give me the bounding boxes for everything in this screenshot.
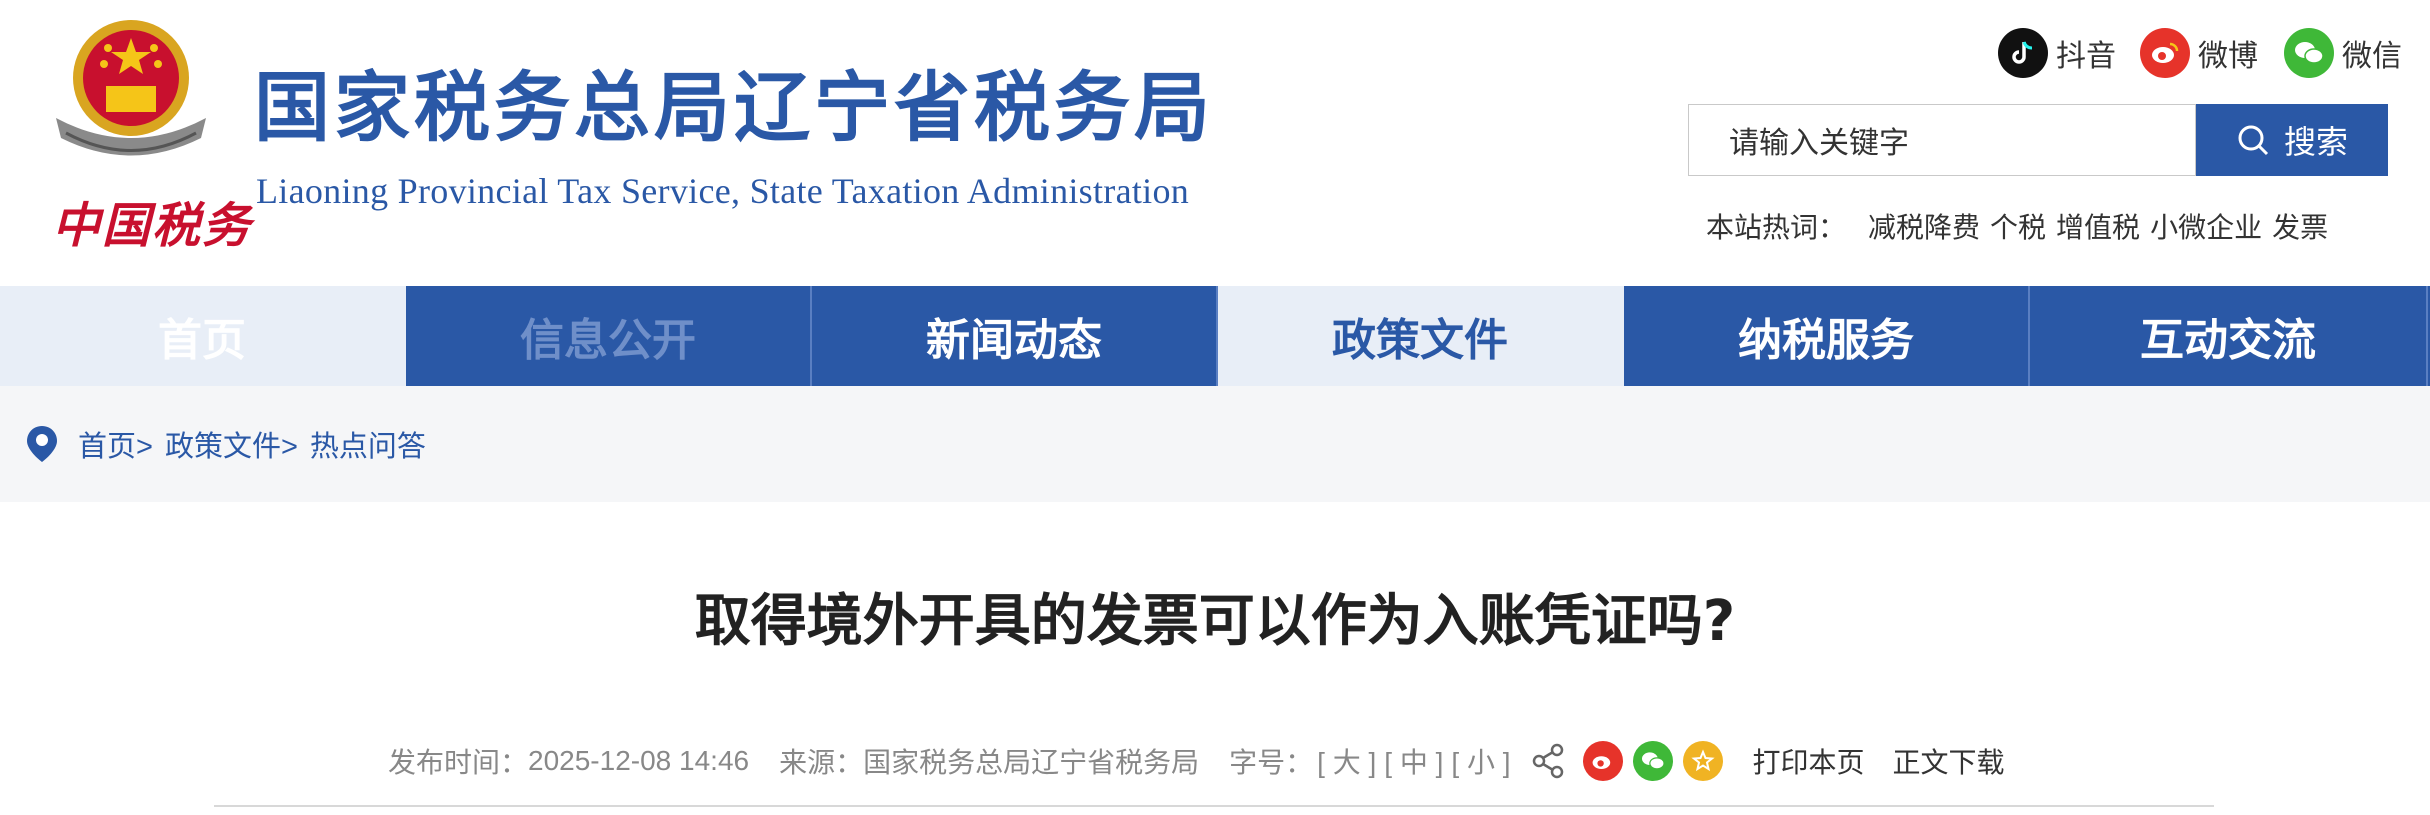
douyin-link[interactable]: 抖音 (1998, 28, 2116, 78)
share-icon[interactable] (1531, 743, 1567, 779)
font-size-small-button[interactable]: [ 小 ] (1451, 741, 1510, 781)
breadcrumb-home[interactable]: 首页> (78, 431, 153, 463)
breadcrumb-hot-qa[interactable]: 热点问答 (310, 431, 426, 463)
location-pin-icon (27, 426, 57, 462)
font-size-medium-button[interactable]: [ 中 ] (1384, 741, 1443, 781)
douyin-icon (1998, 28, 2048, 78)
publish-time: 2025-12-08 14:46 (528, 745, 750, 776)
article-title: 取得境外开具的发票可以作为入账凭证吗? (694, 589, 1736, 654)
share-wechat-icon[interactable] (1632, 741, 1673, 781)
weibo-icon (2140, 28, 2190, 78)
font-size-large-button[interactable]: [ 大 ] (1317, 741, 1376, 781)
nav-item-label: 首页 (158, 315, 246, 366)
weibo-link[interactable]: 微博 (2140, 28, 2258, 78)
nav-item-label: 信息公开 (520, 315, 696, 366)
search-input[interactable]: 请输入关键字 (1688, 104, 2196, 176)
hot-keyword[interactable]: 发票 (2272, 206, 2328, 246)
site-title-cn[interactable]: 国家税务总局辽宁省税务局 (254, 70, 1214, 146)
article-meta: 发布时间： 2025-12-08 14:46 来源： 国家税务总局辽宁省税务局 … (388, 738, 2005, 784)
download-text-link[interactable]: 正文下载 (1893, 741, 2005, 781)
breadcrumb-policy[interactable]: 政策文件> (165, 431, 298, 463)
favorite-star-icon[interactable] (1682, 741, 1723, 781)
publish-time-label: 发布时间： (388, 747, 529, 778)
nav-item-news[interactable]: 新闻动态 (812, 286, 1218, 386)
source: 国家税务总局辽宁省税务局 (863, 747, 1200, 778)
weibo-label: 微博 (2198, 40, 2258, 73)
wechat-link[interactable]: 微信 (2284, 28, 2402, 78)
hot-keyword[interactable]: 个税 (1990, 206, 2046, 246)
nav-item-home[interactable]: 首页 (0, 286, 406, 386)
wechat-label: 微信 (2342, 40, 2402, 73)
site-header: 中国税务 国家税务总局辽宁省税务局 Liaoning Provincial Ta… (0, 0, 2430, 286)
breadcrumb: 首页> 政策文件> 热点问答 (0, 386, 2430, 502)
meta-divider (214, 805, 2214, 807)
source-label: 来源： (779, 747, 864, 778)
nav-item-info-disclosure[interactable]: 信息公开 (406, 286, 812, 386)
search-button-label: 搜索 (2283, 124, 2348, 160)
main-nav: 首页 信息公开 新闻动态 政策文件 纳税服务 互动交流 (0, 286, 2430, 386)
nav-item-interaction[interactable]: 互动交流 (2030, 286, 2428, 386)
nav-item-policy[interactable]: 政策文件 (1218, 286, 1624, 386)
print-page-link[interactable]: 打印本页 (1753, 741, 1865, 781)
nav-item-label: 纳税服务 (1738, 315, 1914, 366)
hot-keyword[interactable]: 减税降费 (1868, 206, 1980, 246)
site-title-en[interactable]: Liaoning Provincial Tax Service, State T… (256, 170, 1189, 212)
hot-keywords-label: 本站热词： (1706, 212, 1847, 243)
nav-item-tax-service[interactable]: 纳税服务 (1624, 286, 2030, 386)
hot-keyword[interactable]: 小微企业 (2150, 206, 2262, 246)
search-icon (2238, 125, 2269, 156)
font-size-label: 字号： (1229, 747, 1314, 778)
share-weibo-icon[interactable] (1582, 741, 1623, 781)
nav-item-label: 新闻动态 (926, 315, 1102, 366)
douyin-label: 抖音 (2056, 40, 2116, 73)
hot-keywords: 本站热词： 减税降费 个税 增值税 小微企业 发票 (1706, 206, 2338, 246)
nav-item-label: 政策文件 (1332, 315, 1508, 366)
wechat-icon (2284, 28, 2334, 78)
search-button[interactable]: 搜索 (2196, 104, 2388, 176)
nav-item-label: 互动交流 (2140, 315, 2316, 366)
hot-keyword[interactable]: 增值税 (2056, 206, 2140, 246)
national-emblem-logo (56, 20, 206, 156)
china-tax-signature-logo: 中国税务 (52, 198, 253, 254)
